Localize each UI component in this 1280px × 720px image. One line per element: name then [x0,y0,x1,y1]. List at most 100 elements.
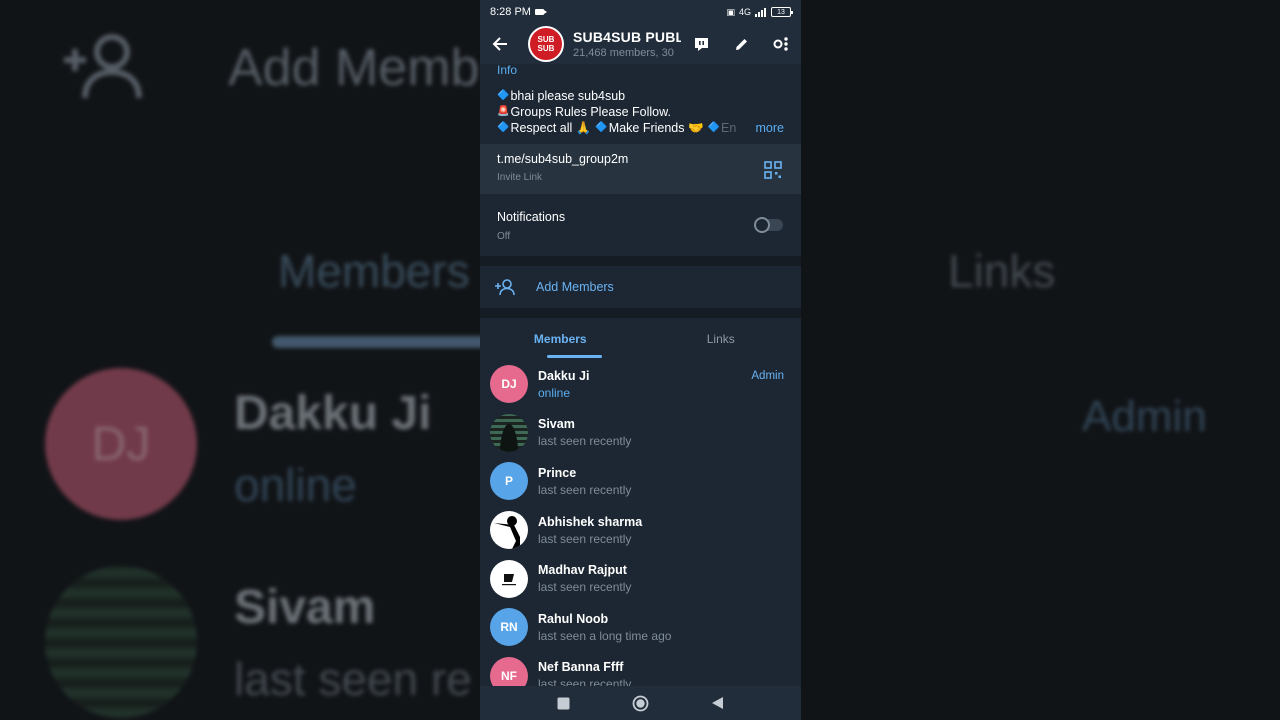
bg-member-status: last seen re [234,653,472,705]
blue-diamond-icon: 🔷 [707,122,720,133]
bg-member-status: online [234,459,357,511]
avatar: DJ [490,365,528,404]
member-status: last seen recently [538,580,632,595]
add-user-icon [495,279,515,296]
avatar: P [490,462,528,501]
bg-add-members-label: Add Memb [228,39,480,97]
member-status: last seen recently [538,531,632,546]
member-role-badge: Admin [751,370,784,382]
avatar-text-bottom: SUB [537,44,555,53]
home-button[interactable] [626,688,656,718]
group-info-content: Info 🔷 bhai please sub4sub 🚨 Groups Rule… [480,64,801,701]
avatar-text-top: SUB [537,35,555,44]
members-tabs: Members Links [480,318,801,360]
qr-code-icon[interactable] [764,161,782,179]
section-divider [480,308,801,318]
group-description[interactable]: Info 🔷 bhai please sub4sub 🚨 Groups Rule… [480,64,801,142]
member-name: Prince [538,465,577,480]
info-line-3c: En [721,121,737,135]
sim-icon: ▣ [726,6,735,17]
member-status: last seen recently [538,434,632,449]
notifications-row[interactable]: Notifications Off [480,194,801,256]
toggle-knob [754,217,770,233]
logo-icon [502,573,516,585]
avatar [490,511,528,550]
system-nav-bar [480,686,801,720]
back-nav-button[interactable] [703,688,733,718]
section-divider [480,256,801,266]
triangle-back-icon [712,697,723,709]
group-member-count: 21,468 members, 30 [573,47,674,59]
member-row[interactable]: Sivam last seen recently [480,409,801,458]
blue-diamond-icon: 🔷 [497,90,510,101]
edit-button[interactable] [721,24,761,64]
battery-icon: 13 [771,7,793,17]
siren-icon: 🚨 [497,106,510,117]
bg-avatar: DJ [45,368,197,520]
notifications-toggle[interactable] [754,217,783,233]
member-row[interactable]: RN Rahul Noob last seen a long time ago [480,603,801,652]
screen-record-icon [534,9,547,15]
bg-avatar [45,566,197,718]
home-circle-icon [632,695,649,711]
add-members-button[interactable]: Add Members [480,266,801,308]
invite-link: t.me/sub4sub_group2m [497,152,629,166]
member-name: Abhishek sharma [538,514,643,529]
tab-members[interactable]: Members [480,318,641,360]
member-status: online [538,385,571,400]
add-user-icon [64,34,142,99]
bg-member-name: Dakku Ji [234,387,432,440]
notifications-label: Notifications [497,210,566,224]
blue-diamond-icon: 🔷 [497,122,510,133]
group-title-block[interactable]: SUB4SUB PUBL 21,468 members, 30 [573,29,681,59]
battery-level: 13 [777,8,785,16]
invite-link-label: Invite Link [497,172,543,183]
bg-member-role: Admin [1082,392,1207,441]
pencil-icon [735,38,747,50]
bg-member-name: Sivam [234,581,376,634]
signal-icon [755,7,766,17]
back-arrow-icon [492,37,507,51]
info-line-3a: Respect all 🙏 [510,121,592,135]
add-members-label: Add Members [536,280,614,294]
member-name: Rahul Noob [538,611,609,626]
member-status: last seen a long time ago [538,628,672,643]
info-label: Info [497,63,518,77]
clock: 8:28 PM [490,6,531,18]
notifications-value: Off [497,231,511,242]
more-vert-icon [773,37,788,51]
tab-indicator [547,355,602,358]
live-stream-icon [694,37,708,51]
live-stream-button[interactable] [681,24,721,64]
network-type: 4G [738,7,751,17]
blue-diamond-icon: 🔷 [595,122,608,133]
member-row[interactable]: P Prince last seen recently [480,457,801,506]
status-bar: 8:28 PM ▣ 4G 13 [480,0,801,24]
avatar [490,413,528,452]
member-row[interactable]: Madhav Rajput last seen recently [480,554,801,603]
member-name: Madhav Rajput [538,563,627,578]
tab-links[interactable]: Links [641,318,802,360]
phone-screen: 8:28 PM ▣ 4G 13 SUB SUB SUB4SUB PUBL 21,… [480,0,801,720]
member-status: last seen recently [538,482,632,497]
square-icon [557,697,570,709]
back-button[interactable] [480,24,520,64]
invite-link-row[interactable]: t.me/sub4sub_group2m Invite Link [480,144,801,194]
member-list: DJ Dakku Ji online Admin Sivam last seen… [480,360,801,701]
hooded-figure-icon [500,423,518,452]
group-avatar[interactable]: SUB SUB [528,26,564,62]
member-name: Nef Banna Ffff [538,660,624,675]
info-line-2: Groups Rules Please Follow. [510,105,671,119]
member-row[interactable]: DJ Dakku Ji online Admin [480,360,801,409]
info-line-3b: Make Friends 🤝 [608,121,704,135]
bg-members-tab: Members [278,245,470,297]
more-link[interactable]: more [750,120,784,136]
bg-links-tab: Links [948,245,1056,297]
member-name: Dakku Ji [538,368,590,383]
more-options-button[interactable] [761,24,801,64]
member-name: Sivam [538,417,575,432]
recents-button[interactable] [549,688,579,718]
info-line-1: bhai please sub4sub [510,89,626,103]
member-row[interactable]: Abhishek sharma last seen recently [480,506,801,555]
dancer-silhouette-icon [494,516,520,550]
